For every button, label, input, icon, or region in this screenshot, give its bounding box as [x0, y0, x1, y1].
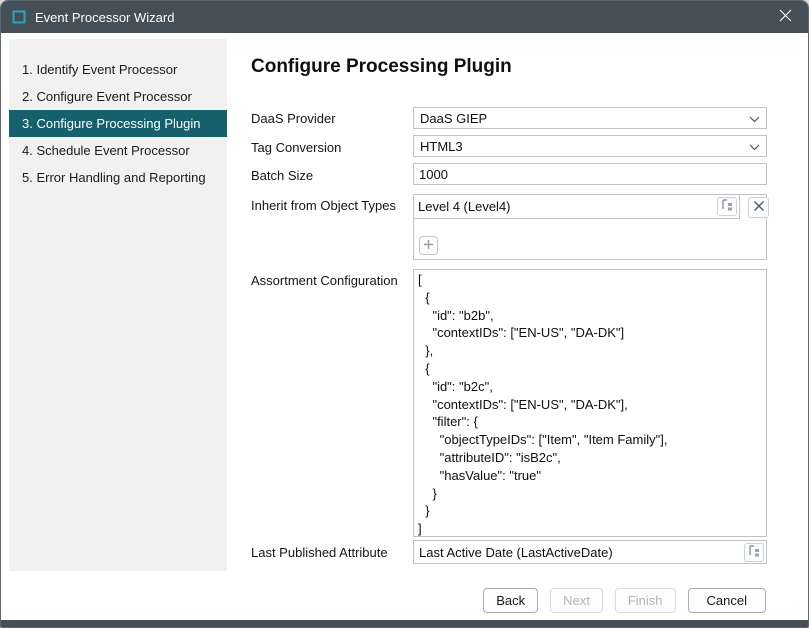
- next-button[interactable]: Next: [550, 588, 603, 613]
- inherit-object-types-box: Level 4 (Level4): [413, 194, 767, 260]
- assortment-configuration-label: Assortment Configuration: [251, 273, 398, 288]
- step-label: 5. Error Handling and Reporting: [22, 170, 206, 185]
- batch-size-input[interactable]: [413, 163, 767, 185]
- finish-button[interactable]: Finish: [615, 588, 676, 613]
- step-label: 3. Configure Processing Plugin: [22, 116, 201, 131]
- last-published-attribute-value: Last Active Date (LastActiveDate): [419, 545, 744, 560]
- remove-icon: [753, 200, 765, 215]
- wizard-window: Event Processor Wizard 1. Identify Event…: [0, 0, 809, 628]
- sidebar-item-step-4[interactable]: 4. Schedule Event Processor: [9, 137, 227, 164]
- back-button[interactable]: Back: [483, 588, 538, 613]
- wizard-steps-sidebar: 1. Identify Event Processor 2. Configure…: [9, 39, 227, 571]
- hierarchy-picker-icon: [721, 199, 734, 214]
- daas-provider-label: DaaS Provider: [251, 111, 336, 126]
- remove-object-type-button[interactable]: [748, 197, 769, 218]
- close-button[interactable]: [762, 1, 808, 33]
- step-label: 2. Configure Event Processor: [22, 89, 192, 104]
- sidebar-item-step-5[interactable]: 5. Error Handling and Reporting: [9, 164, 227, 191]
- cancel-button[interactable]: Cancel: [688, 588, 766, 613]
- tag-conversion-value: HTML3: [420, 139, 743, 154]
- last-published-attribute-label: Last Published Attribute: [251, 545, 388, 560]
- assortment-configuration-textarea[interactable]: [ { "id": "b2b", "contextIDs": ["EN-US",…: [413, 269, 767, 537]
- app-icon: [12, 10, 26, 24]
- window-title: Event Processor Wizard: [35, 10, 174, 25]
- daas-provider-value: DaaS GIEP: [420, 111, 743, 126]
- titlebar: Event Processor Wizard: [1, 1, 808, 33]
- close-icon: [779, 9, 792, 25]
- chevron-down-icon: [749, 139, 760, 154]
- inherit-object-types-label: Inherit from Object Types: [251, 198, 396, 213]
- window-bottom-edge: [1, 620, 808, 627]
- sidebar-item-step-1[interactable]: 1. Identify Event Processor: [9, 56, 227, 83]
- hierarchy-picker-button[interactable]: [744, 543, 764, 562]
- sidebar-item-step-3[interactable]: 3. Configure Processing Plugin: [9, 110, 227, 137]
- inherit-object-types-row[interactable]: Level 4 (Level4): [413, 194, 740, 219]
- hierarchy-picker-icon: [748, 545, 761, 560]
- tag-conversion-select[interactable]: HTML3: [413, 135, 767, 157]
- step-label: 1. Identify Event Processor: [22, 62, 177, 77]
- add-object-type-button[interactable]: [419, 236, 438, 255]
- hierarchy-picker-button[interactable]: [717, 197, 737, 216]
- add-icon: [423, 238, 434, 253]
- last-published-attribute-field[interactable]: Last Active Date (LastActiveDate): [413, 540, 767, 564]
- inherit-object-types-value: Level 4 (Level4): [418, 199, 717, 214]
- batch-size-label: Batch Size: [251, 168, 313, 183]
- step-label: 4. Schedule Event Processor: [22, 143, 190, 158]
- chevron-down-icon: [749, 111, 760, 126]
- sidebar-item-step-2[interactable]: 2. Configure Event Processor: [9, 83, 227, 110]
- page-title: Configure Processing Plugin: [251, 56, 512, 78]
- daas-provider-select[interactable]: DaaS GIEP: [413, 107, 767, 129]
- wizard-footer: Back Next Finish Cancel: [483, 588, 766, 613]
- tag-conversion-label: Tag Conversion: [251, 140, 341, 155]
